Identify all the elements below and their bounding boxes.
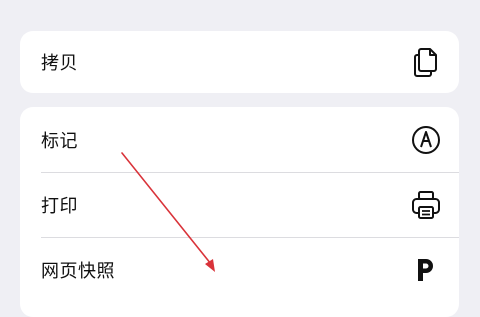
p-logo-icon <box>410 254 442 286</box>
actions-card: 标记 打印 网页快照 <box>20 107 459 317</box>
copy-menu-item[interactable]: 拷贝 <box>20 31 459 93</box>
web-snapshot-label: 网页快照 <box>41 260 115 282</box>
copy-label: 拷贝 <box>41 53 78 74</box>
copy-icon <box>410 46 442 78</box>
markup-label: 标记 <box>41 130 78 152</box>
printer-icon <box>410 189 442 221</box>
markup-menu-item[interactable]: 标记 <box>20 107 459 172</box>
markup-pen-icon <box>410 124 442 156</box>
copy-card: 拷贝 <box>20 31 459 93</box>
print-menu-item[interactable]: 打印 <box>20 172 459 237</box>
web-snapshot-menu-item[interactable]: 网页快照 <box>20 237 459 302</box>
print-label: 打印 <box>41 195 78 217</box>
